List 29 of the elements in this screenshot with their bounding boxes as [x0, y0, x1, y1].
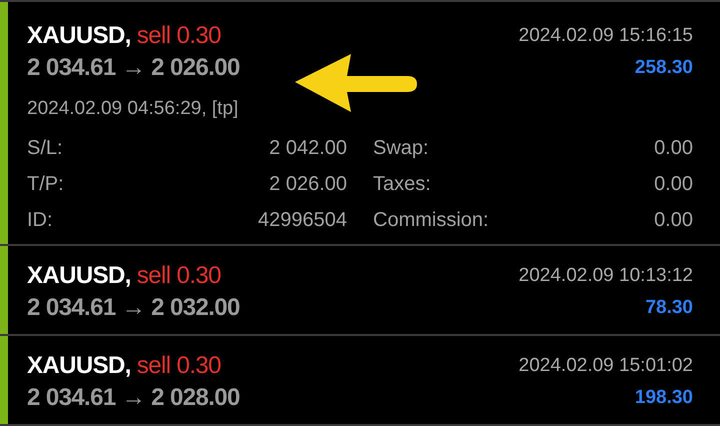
- detail-value: 42996504: [258, 208, 347, 232]
- trade-title: XAUUSD, sell 0.30: [27, 22, 221, 50]
- detail-label: Swap:: [373, 136, 429, 160]
- detail-label: T/P:: [27, 172, 64, 196]
- trade-profit: 258.30: [634, 57, 693, 79]
- detail-label: ID:: [27, 208, 53, 232]
- detail-label: Commission:: [373, 208, 489, 232]
- detail-value: 2 026.00: [269, 172, 347, 196]
- trade-profit: 198.30: [634, 387, 693, 409]
- close-time: 2024.02.09 15:16:15: [518, 25, 693, 47]
- trade-profit: 78.30: [645, 297, 693, 319]
- detail-label: Taxes:: [373, 172, 431, 196]
- close-time: 2024.02.09 10:13:12: [518, 265, 693, 287]
- trade-prices: 2 034.61 → 2 032.00: [27, 294, 240, 322]
- detail-value: 0.00: [654, 136, 693, 160]
- detail-value: 0.00: [654, 208, 693, 232]
- detail-value: 0.00: [654, 172, 693, 196]
- trade-prices: 2 034.61 → 2 028.00: [27, 384, 240, 412]
- arrow-annotation-icon: [295, 54, 419, 112]
- open-time: 2024.02.09 04:56:29, [tp]: [27, 98, 240, 121]
- trade-title: XAUUSD, sell 0.30: [27, 352, 221, 380]
- trade-row[interactable]: XAUUSD, sell 0.30 2024.02.09 15:01:02 2 034.61 → 2 028.00 198.30: [0, 336, 720, 426]
- trade-row[interactable]: XAUUSD, sell 0.30 2024.02.09 10:13:12 2 034.61 → 2 032.00 78.30: [0, 246, 720, 336]
- trade-row[interactable]: XAUUSD, sell 0.30 2024.02.09 15:16:15 2 034.61 → 2 026.00 258.30 2024.02.09 04:56:29, [tp] S/L: 2 042.00 T/P: 2 026.00 ID: 42996504 Swap: 0.00 Taxes: 0.00 Commission: 0.00: [0, 2, 720, 246]
- trade-title: XAUUSD, sell 0.30: [27, 262, 221, 290]
- trade-prices: 2 034.61 → 2 026.00: [27, 54, 240, 82]
- detail-label: S/L:: [27, 136, 63, 160]
- detail-value: 2 042.00: [269, 136, 347, 160]
- close-time: 2024.02.09 15:01:02: [518, 355, 693, 377]
